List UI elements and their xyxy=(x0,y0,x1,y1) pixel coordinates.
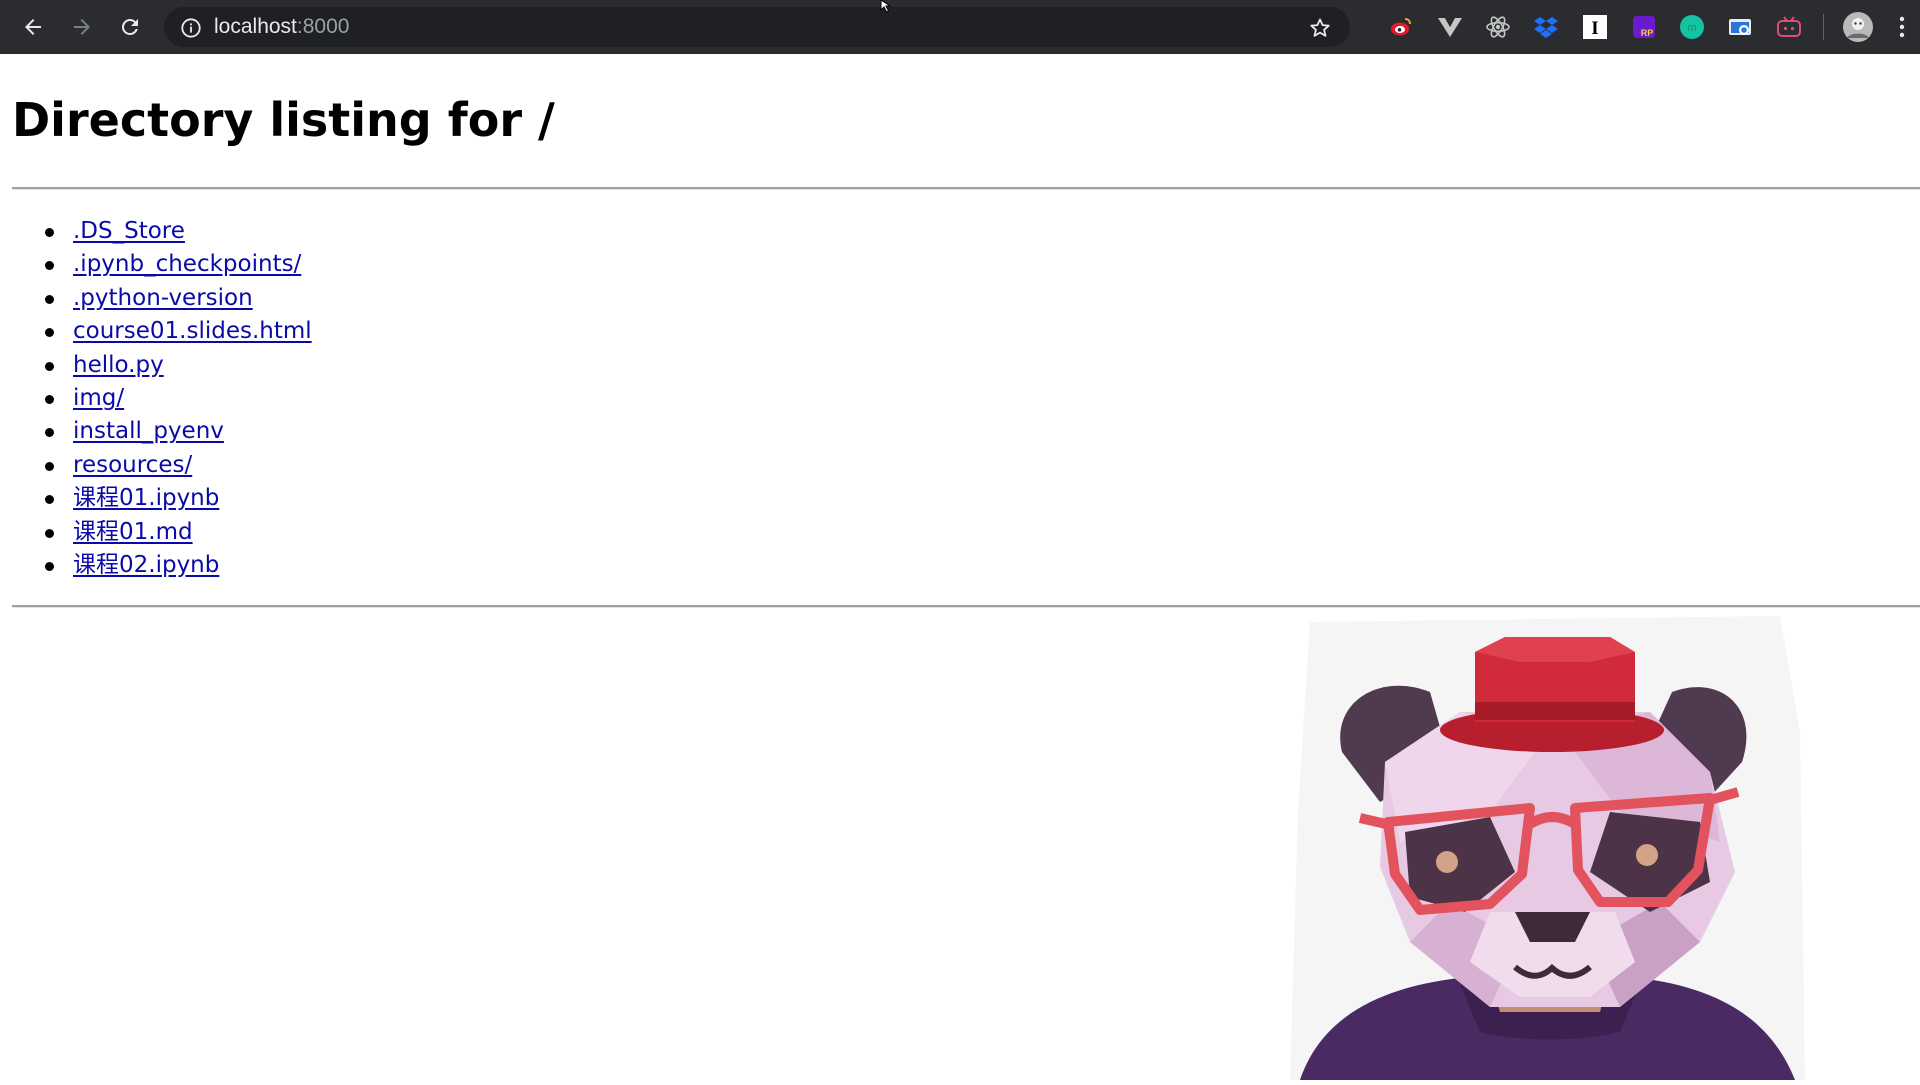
file-link[interactable]: 课程02.ipynb xyxy=(73,552,219,578)
file-link[interactable]: install_pyenv xyxy=(73,418,224,444)
bullet xyxy=(45,528,54,538)
bullet xyxy=(45,561,54,571)
webcam-overlay xyxy=(1290,612,1810,1080)
list-item: 课程01.ipynb xyxy=(0,482,312,515)
bullet xyxy=(45,394,54,404)
address-bar[interactable]: localhost:8000 xyxy=(164,7,1350,47)
file-list: .DS_Store .ipynb_checkpoints/ .python-ve… xyxy=(0,215,312,582)
site-info-icon[interactable] xyxy=(180,17,202,39)
dropbox-icon[interactable] xyxy=(1532,13,1560,41)
forward-arrow-icon xyxy=(74,19,90,35)
bullet xyxy=(45,228,54,237)
bilibili-icon[interactable] xyxy=(1775,13,1803,41)
bottom-divider xyxy=(12,605,1920,608)
vue-devtools-icon[interactable] xyxy=(1436,13,1464,41)
list-item: .python-version xyxy=(0,282,312,315)
url-port: :8000 xyxy=(296,15,350,38)
back-arrow-icon xyxy=(25,19,41,35)
list-item: 课程01.md xyxy=(0,516,312,549)
forward-button[interactable] xyxy=(64,9,100,45)
green-circle-icon[interactable]: m xyxy=(1678,13,1706,41)
ratings-plus-icon[interactable]: RP xyxy=(1630,13,1658,41)
profile-avatar-icon[interactable] xyxy=(1842,11,1874,43)
list-item: course01.slides.html xyxy=(0,315,312,348)
file-link[interactable]: 课程01.ipynb xyxy=(73,485,219,511)
file-link[interactable]: course01.slides.html xyxy=(73,318,312,344)
file-link[interactable]: .DS_Store xyxy=(73,218,185,244)
list-item: img/ xyxy=(0,382,312,415)
svg-text:RP: RP xyxy=(1641,28,1654,38)
mouse-cursor-icon xyxy=(880,0,892,13)
instapaper-icon[interactable]: I xyxy=(1581,13,1609,41)
top-divider xyxy=(12,187,1920,190)
bullet xyxy=(45,428,54,438)
url-host: localhost xyxy=(214,15,297,38)
bullet xyxy=(45,361,54,371)
reload-icon xyxy=(121,18,138,35)
page-title: Directory listing for / xyxy=(12,93,555,147)
file-link[interactable]: 课程01.md xyxy=(73,519,193,545)
list-item: hello.py xyxy=(0,349,312,382)
back-button[interactable] xyxy=(15,9,51,45)
bullet xyxy=(45,495,54,505)
reload-button[interactable] xyxy=(112,9,148,45)
bookmark-star-icon[interactable] xyxy=(1308,16,1332,40)
file-link[interactable]: .ipynb_checkpoints/ xyxy=(73,251,301,277)
url-text[interactable]: localhost:8000 xyxy=(214,16,349,38)
file-link[interactable]: .python-version xyxy=(73,285,253,311)
react-devtools-icon[interactable] xyxy=(1484,13,1512,41)
bullet xyxy=(45,328,54,338)
file-link[interactable]: hello.py xyxy=(73,352,164,378)
screenshot-icon[interactable] xyxy=(1727,13,1755,41)
bullet xyxy=(45,261,54,271)
file-link[interactable]: resources/ xyxy=(73,452,192,478)
browser-menu-icon[interactable] xyxy=(1893,13,1911,41)
svg-text:I: I xyxy=(1591,18,1598,39)
weibo-icon[interactable] xyxy=(1387,13,1415,41)
list-item: .DS_Store xyxy=(0,215,312,248)
browser-toolbar: localhost:8000 I RP m xyxy=(0,0,1920,54)
list-item: resources/ xyxy=(0,449,312,482)
bullet xyxy=(45,461,54,471)
list-item: 课程02.ipynb xyxy=(0,549,312,582)
svg-text:m: m xyxy=(1687,22,1696,34)
list-item: .ipynb_checkpoints/ xyxy=(0,248,312,281)
toolbar-separator xyxy=(1823,14,1824,40)
file-link[interactable]: img/ xyxy=(73,385,124,411)
bullet xyxy=(45,294,54,304)
list-item: install_pyenv xyxy=(0,415,312,448)
presenter-panda-mask-image xyxy=(1290,616,1805,1080)
